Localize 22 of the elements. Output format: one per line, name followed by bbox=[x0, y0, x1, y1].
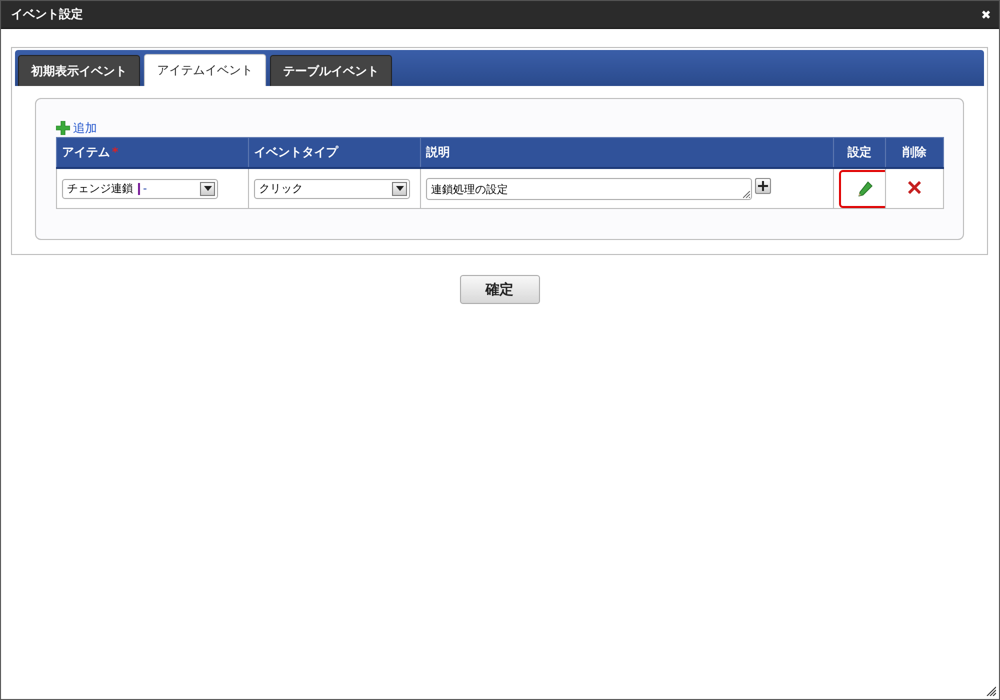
window-title: イベント設定 bbox=[11, 6, 83, 23]
event-type-select[interactable]: クリック bbox=[254, 178, 410, 198]
resize-grip-icon[interactable] bbox=[986, 686, 996, 696]
item-select[interactable]: チェンジ連鎖 - bbox=[62, 178, 218, 198]
column-header: アイテム * bbox=[56, 138, 248, 168]
description-field[interactable]: 連鎖処理の設定 bbox=[426, 178, 752, 200]
column-header: 削除 bbox=[886, 138, 944, 168]
add-link[interactable]: 追加 bbox=[73, 120, 97, 136]
column-header: 設定 bbox=[834, 138, 886, 168]
column-header: イベントタイプ bbox=[248, 138, 420, 168]
close-button[interactable]: ✖ bbox=[979, 8, 993, 22]
delete-icon[interactable] bbox=[908, 180, 921, 194]
tab[interactable]: 初期表示イベント bbox=[18, 55, 140, 86]
tab[interactable]: テーブルイベント bbox=[270, 55, 392, 86]
confirm-button[interactable]: 確定 bbox=[460, 275, 540, 304]
column-header: 説明 bbox=[420, 138, 834, 168]
resize-grip-icon[interactable] bbox=[743, 190, 750, 198]
expand-button[interactable] bbox=[755, 178, 771, 194]
tab[interactable]: アイテムイベント bbox=[144, 54, 266, 86]
pencil-icon[interactable] bbox=[857, 180, 873, 196]
add-icon bbox=[56, 121, 70, 135]
required-mark: * bbox=[112, 145, 118, 159]
